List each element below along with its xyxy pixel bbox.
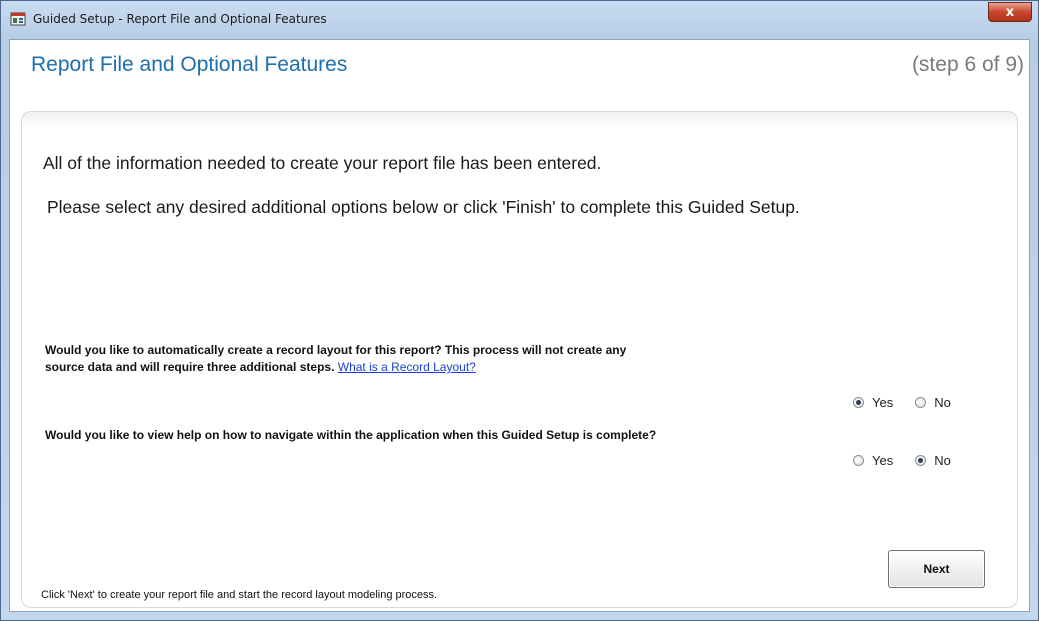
view-help-yes-label[interactable]: Yes [872,453,893,468]
close-icon: x [1005,4,1015,20]
question-view-help: Would you like to view help on how to na… [45,428,657,442]
window-title: Guided Setup - Report File and Optional … [33,12,327,26]
app-icon [10,12,26,26]
guided-setup-window: Guided Setup - Report File and Optional … [0,0,1039,621]
question-record-layout-line2: source data and will require three addit… [45,360,335,374]
record-layout-yes-radio[interactable] [853,397,864,408]
view-help-no-radio[interactable] [915,455,927,466]
close-button[interactable]: x [988,2,1032,22]
page-title: Report File and Optional Features [31,53,348,76]
info-text-complete: All of the information needed to create … [43,153,602,173]
footer-hint: Click 'Next' to create your report file … [41,589,438,601]
view-help-radio-group: Yes No [853,453,973,468]
question-record-layout: Would you like to automatically create a… [45,342,835,376]
view-help-no-label[interactable]: No [934,453,951,468]
record-layout-radio-group: Yes No [853,395,973,410]
record-layout-yes-label[interactable]: Yes [872,395,893,410]
step-indicator: (step 6 of 9) [911,53,1024,76]
question-record-layout-line1: Would you like to automatically create a… [45,343,627,357]
next-button[interactable]: Next [888,550,985,588]
view-help-yes-radio[interactable] [853,455,864,466]
record-layout-no-radio[interactable] [915,397,927,408]
record-layout-help-link[interactable]: What is a Record Layout? [338,360,476,374]
info-text-instructions: Please select any desired additional opt… [47,197,800,217]
title-bar: Guided Setup - Report File and Optional … [1,1,1038,39]
record-layout-no-label[interactable]: No [934,395,951,410]
